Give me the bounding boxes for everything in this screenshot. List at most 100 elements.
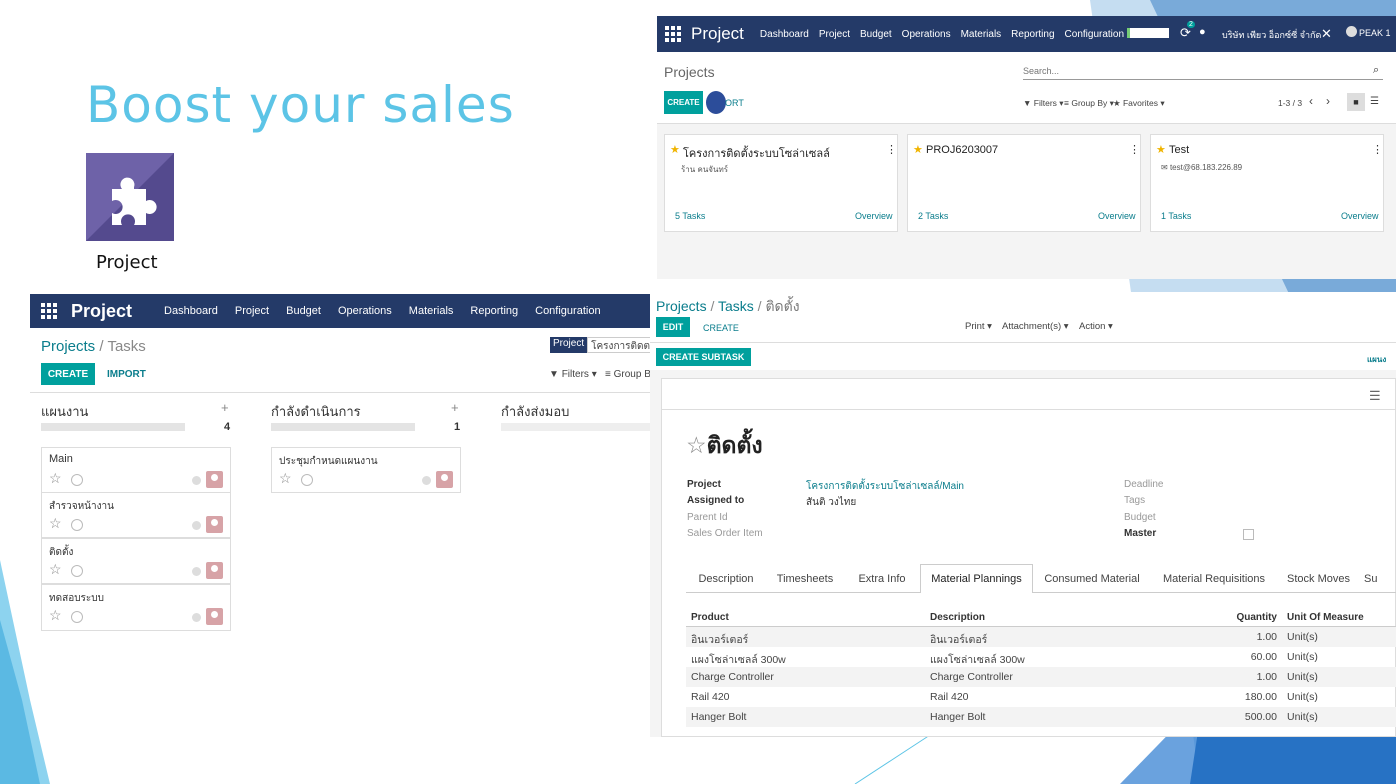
debug-close-icon[interactable]: ✕: [1321, 26, 1332, 42]
import-button[interactable]: IMPORT: [107, 369, 146, 380]
favorite-star-icon[interactable]: ★: [1156, 143, 1166, 156]
filters-dropdown[interactable]: ▼ Filters ▾: [1023, 98, 1064, 109]
task-card[interactable]: ติดตั้ง ☆: [41, 538, 231, 584]
menu-configuration[interactable]: Configuration: [535, 305, 600, 317]
pager-prev-icon[interactable]: ‹: [1309, 94, 1313, 108]
menu-dashboard[interactable]: Dashboard: [760, 29, 809, 40]
table-row[interactable]: อินเวอร์เตอร์ อินเวอร์เตอร์ 1.00 Unit(s): [686, 627, 1396, 647]
tab-extra-info[interactable]: Extra Info: [848, 565, 916, 593]
add-card-icon[interactable]: +: [221, 400, 229, 415]
project-card[interactable]: ★ PROJ6203007 ⋮ 2 Tasks Overview: [907, 134, 1141, 232]
create-button[interactable]: CREATE: [664, 91, 703, 114]
apps-grid-icon[interactable]: [665, 26, 681, 42]
search-icon[interactable]: ⌕: [1373, 64, 1379, 77]
project-tasks-link[interactable]: 2 Tasks: [918, 211, 948, 221]
list-view-icon[interactable]: ☰: [1370, 96, 1379, 107]
kanban-view-icon[interactable]: ■: [1347, 93, 1365, 111]
create-button[interactable]: CREATE: [41, 363, 95, 385]
user-name[interactable]: PEAK 1: [1359, 28, 1391, 38]
star-icon[interactable]: ☆: [49, 515, 62, 532]
create-subtask-button[interactable]: CREATE SUBTASK: [656, 348, 751, 366]
task-card[interactable]: ประชุมกำหนดแผนงาน ☆: [271, 447, 461, 493]
print-dropdown[interactable]: Print ▾: [965, 321, 992, 332]
favorites-dropdown[interactable]: ★ Favorites ▾: [1113, 98, 1165, 109]
clock-icon[interactable]: [71, 565, 83, 577]
menu-materials[interactable]: Materials: [961, 29, 1002, 40]
layout-toggle-icon[interactable]: ☰: [1369, 388, 1381, 404]
status-dot-icon[interactable]: [192, 476, 201, 485]
card-menu-icon[interactable]: ⋮: [1129, 143, 1140, 156]
master-checkbox[interactable]: [1243, 529, 1254, 540]
star-icon[interactable]: ☆: [49, 607, 62, 624]
attachment-dropdown[interactable]: Attachment(s) ▾: [1002, 321, 1069, 332]
status-dot-icon[interactable]: [192, 521, 201, 530]
field-value-project[interactable]: โครงการติดตั้งระบบโซล่าเซลล์/Main: [806, 479, 964, 494]
clock-icon[interactable]: [71, 519, 83, 531]
menu-operations[interactable]: Operations: [902, 29, 951, 40]
project-card[interactable]: ★ Test ✉ test@68.183.226.89 ⋮ 1 Tasks Ov…: [1150, 134, 1384, 232]
task-card[interactable]: Main ☆: [41, 447, 231, 493]
status-dot-icon[interactable]: [192, 567, 201, 576]
clock-icon[interactable]: [71, 474, 83, 486]
field-value-assigned-to[interactable]: สันติ วงไทย: [806, 495, 856, 510]
star-icon[interactable]: ☆: [49, 561, 62, 578]
card-menu-icon[interactable]: ⋮: [1372, 143, 1383, 156]
company-switcher[interactable]: บริษัท เพียว อ็อกซ์ซี่ จำกัด: [1222, 28, 1321, 42]
tab-consumed-material[interactable]: Consumed Material: [1037, 565, 1147, 593]
project-tasks-link[interactable]: 5 Tasks: [675, 211, 705, 221]
group-by-dropdown[interactable]: ≡ Group B: [605, 369, 651, 380]
table-row[interactable]: Hanger Bolt Hanger Bolt 500.00 Unit(s): [686, 707, 1396, 727]
menu-budget[interactable]: Budget: [860, 29, 892, 40]
column-header-quantity[interactable]: Quantity: [1227, 612, 1277, 623]
project-tasks-link[interactable]: 1 Tasks: [1161, 211, 1191, 221]
apps-grid-icon[interactable]: [41, 303, 57, 319]
tab-material-requisitions[interactable]: Material Requisitions: [1151, 565, 1277, 593]
edit-button[interactable]: EDIT: [656, 317, 690, 337]
clock-icon[interactable]: [301, 474, 313, 486]
tab-timesheets[interactable]: Timesheets: [767, 565, 843, 593]
tab-stock-moves[interactable]: Stock Moves: [1281, 565, 1356, 593]
table-row[interactable]: แผงโซล่าเซลล์ 300w แผงโซล่าเซลล์ 300w 60…: [686, 647, 1396, 667]
menu-reporting[interactable]: Reporting: [1011, 29, 1054, 40]
menu-operations[interactable]: Operations: [338, 305, 392, 317]
group-by-dropdown[interactable]: ≡ Group By ▾: [1064, 98, 1114, 109]
column-header-uom[interactable]: Unit Of Measure: [1287, 612, 1364, 623]
menu-dashboard[interactable]: Dashboard: [164, 305, 218, 317]
action-dropdown[interactable]: Action ▾: [1079, 321, 1113, 332]
project-overview-link[interactable]: Overview: [855, 211, 893, 221]
search-facet[interactable]: Project โครงการติดต: [550, 337, 653, 353]
user-avatar[interactable]: [1346, 26, 1357, 37]
menu-reporting[interactable]: Reporting: [470, 305, 518, 317]
pager-next-icon[interactable]: ›: [1326, 94, 1330, 108]
favorite-star-icon[interactable]: ★: [670, 143, 680, 156]
search-input[interactable]: [1023, 62, 1383, 80]
breadcrumb-tasks[interactable]: Tasks: [718, 298, 754, 314]
star-icon[interactable]: ☆: [279, 470, 292, 487]
menu-budget[interactable]: Budget: [286, 305, 321, 317]
menu-materials[interactable]: Materials: [409, 305, 454, 317]
tab-description[interactable]: Description: [688, 565, 764, 593]
project-card[interactable]: ★ โครงการติดตั้งระบบโซล่าเซลล์ ร้าน คนจั…: [664, 134, 898, 232]
breadcrumb-projects[interactable]: Projects: [41, 338, 95, 355]
star-icon[interactable]: ☆: [49, 470, 62, 487]
menu-configuration[interactable]: Configuration: [1065, 29, 1124, 40]
tab-more[interactable]: Su: [1356, 565, 1396, 593]
chat-icon[interactable]: ●: [1199, 26, 1206, 38]
filters-dropdown[interactable]: ▼ Filters ▾: [549, 369, 597, 380]
task-card[interactable]: สำรวจหน้างาน ☆: [41, 492, 231, 538]
breadcrumb-projects[interactable]: Projects: [656, 298, 707, 314]
menu-project[interactable]: Project: [235, 305, 269, 317]
stage-status[interactable]: แผนง: [1367, 353, 1386, 366]
status-dot-icon[interactable]: [192, 613, 201, 622]
tab-material-plannings[interactable]: Material Plannings: [920, 564, 1033, 593]
star-icon[interactable]: ☆: [686, 432, 707, 458]
column-header-description[interactable]: Description: [930, 612, 985, 623]
clock-icon[interactable]: [71, 611, 83, 623]
create-button[interactable]: CREATE: [703, 323, 739, 333]
favorite-star-icon[interactable]: ★: [913, 143, 923, 156]
table-row[interactable]: Rail 420 Rail 420 180.00 Unit(s): [686, 687, 1396, 707]
column-header-product[interactable]: Product: [691, 612, 729, 623]
add-card-icon[interactable]: +: [451, 400, 459, 415]
project-overview-link[interactable]: Overview: [1341, 211, 1379, 221]
project-overview-link[interactable]: Overview: [1098, 211, 1136, 221]
